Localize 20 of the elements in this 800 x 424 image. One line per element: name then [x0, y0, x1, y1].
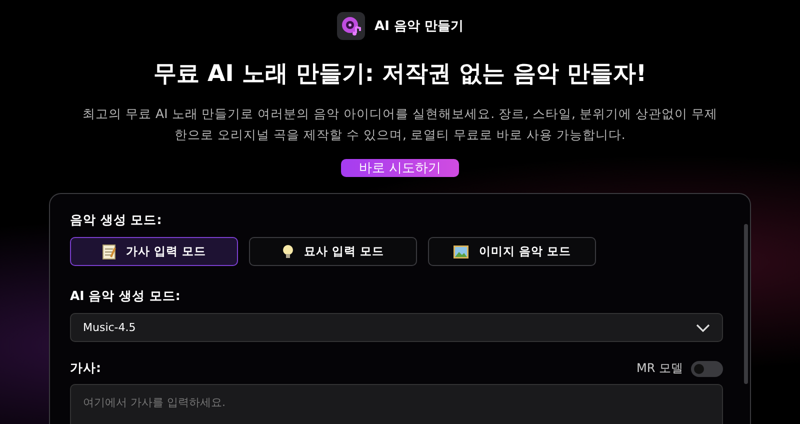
landscape-picture-icon	[452, 244, 469, 258]
field-label: AI 음악 생성 모드:	[70, 288, 180, 305]
scrollbar[interactable]	[744, 224, 748, 384]
mode-tab[interactable]: 묘사 입력 모드	[249, 237, 417, 266]
mr-model-toggle[interactable]	[691, 360, 723, 376]
toggle-label: MR 모델	[636, 360, 683, 377]
field-label: 가사:	[70, 360, 101, 377]
light-bulb-icon	[282, 244, 294, 260]
field-label: 음악 생성 모드:	[70, 212, 162, 229]
page-description: 최고의 무료 AI 노래 만들기로 여러분의 음악 아이디어를 실현해보세요. 장르, 스타일, 분위기에 상관없이 무제한으로 오리지널 곡을 제작할 수 있으며, 로열티 무료로 바로 사용 가능합니다.	[82, 105, 718, 144]
app-logo-icon	[336, 12, 365, 40]
mode-tab[interactable]: 이미지 음악 모드	[428, 237, 596, 266]
try-now-button[interactable]: 바로 시도하기	[340, 159, 460, 177]
mode-tab[interactable]: 가사 입력 모드	[70, 237, 238, 266]
page-title: 무료 AI 노래 만들기: 저작권 없는 음악 만들자!	[153, 60, 647, 89]
lyrics-input-field[interactable]: 여기에서 가사를 입력하세요.	[70, 384, 723, 424]
chevron-down-icon	[696, 324, 710, 332]
app-name: AI 음악 만들기	[374, 18, 464, 35]
model-select[interactable]: Music-4.5	[70, 313, 723, 342]
notepad-icon	[102, 244, 116, 260]
